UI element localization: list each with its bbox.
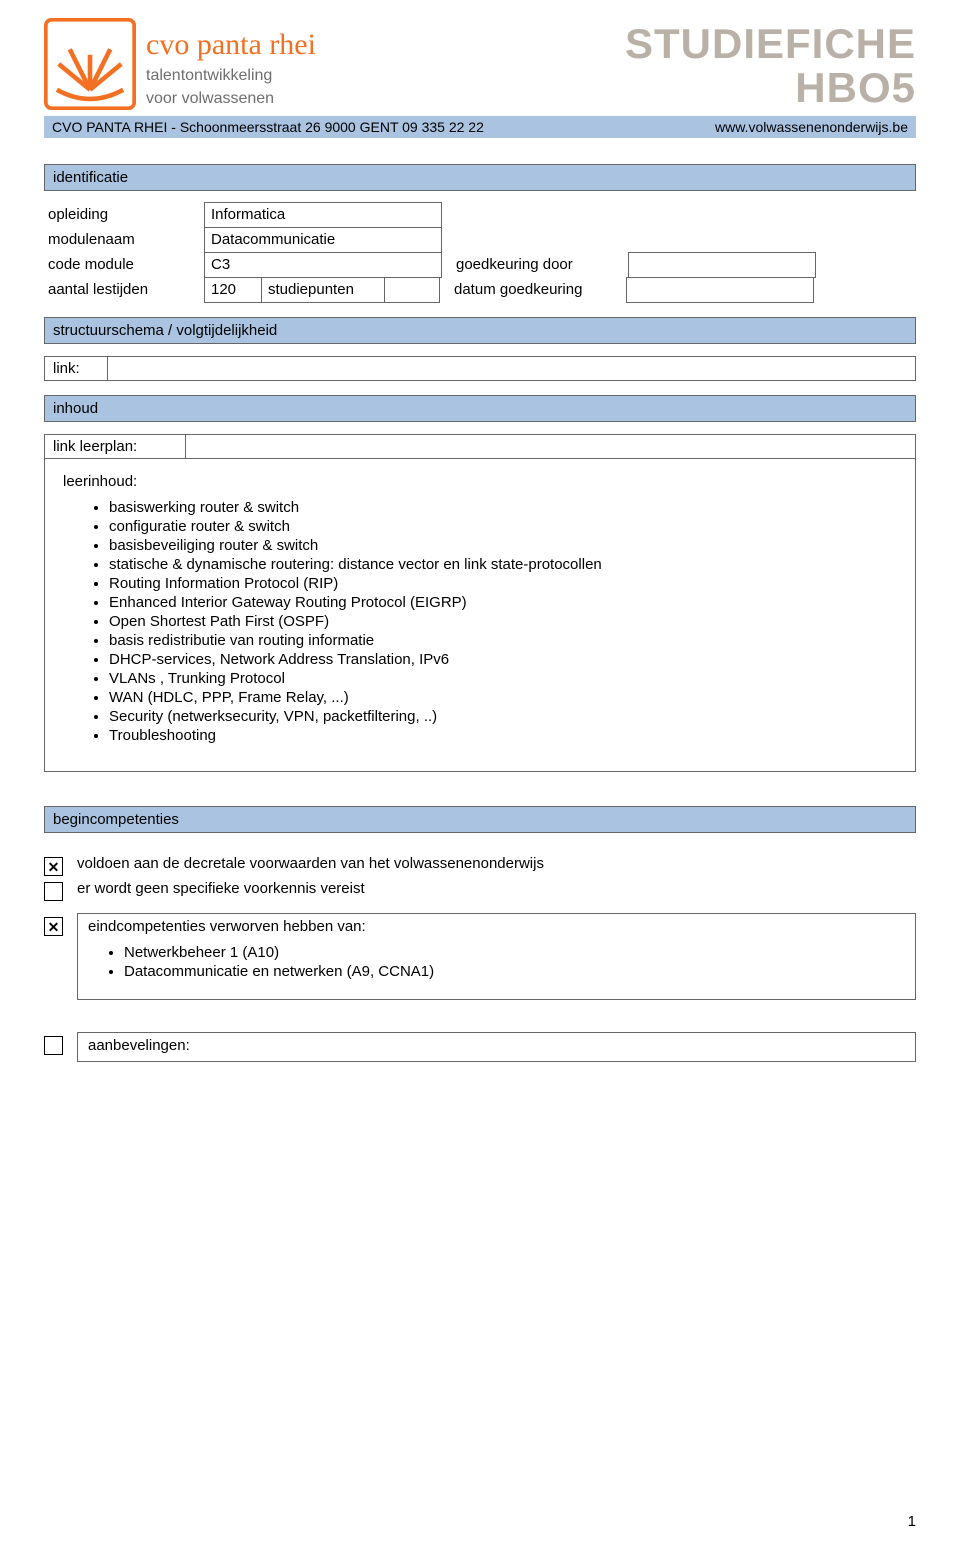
list-item: Enhanced Interior Gateway Routing Protoc… — [109, 593, 897, 612]
checkbox-checked-icon — [44, 917, 63, 936]
value-goedkeuring-door — [628, 252, 816, 278]
svg-text:cvo panta rhei: cvo panta rhei — [146, 28, 316, 61]
page-header: cvo panta rhei talentontwikkeling voor v… — [44, 18, 916, 110]
value-codemodule: C3 — [204, 252, 442, 278]
logo-block: cvo panta rhei talentontwikkeling voor v… — [44, 18, 406, 110]
address-left: CVO PANTA RHEI - Schoonmeersstraat 26 90… — [52, 119, 484, 135]
value-opleiding: Informatica — [204, 202, 442, 228]
label-modulenaam: modulenaam — [44, 228, 204, 253]
leerinhoud-list: basiswerking router & switch configurati… — [63, 498, 897, 745]
link-label: link: — [44, 356, 108, 381]
page-number: 1 — [908, 1513, 916, 1530]
label-lestijden: aantal lestijden — [44, 278, 204, 303]
label-codemodule: code module — [44, 253, 204, 278]
title-line-1: STUDIEFICHE — [625, 22, 916, 66]
section-inhoud: inhoud — [44, 395, 916, 422]
address-right: www.volwassenenonderwijs.be — [715, 119, 908, 135]
checkbox-empty-icon — [44, 1036, 63, 1055]
address-bar: CVO PANTA RHEI - Schoonmeersstraat 26 90… — [44, 116, 916, 138]
brand-name-icon: cvo panta rhei — [146, 26, 406, 62]
value-studiepunten — [384, 277, 440, 303]
tagline-line-1: talentontwikkeling — [146, 66, 406, 85]
value-datum-goedkeuring — [626, 277, 814, 303]
document-title: STUDIEFICHE HBO5 — [625, 22, 916, 110]
list-item: configuratie router & switch — [109, 517, 897, 536]
competentie-text-2: er wordt geen specifieke voorkennis vere… — [77, 880, 365, 897]
list-item: Netwerkbeheer 1 (A10) — [124, 943, 905, 962]
eindcompetenties-box: eindcompetenties verworven hebben van: N… — [77, 913, 916, 1000]
brand-text: cvo panta rhei talentontwikkeling voor v… — [146, 26, 406, 108]
eindcompetenties-list: Netwerkbeheer 1 (A10) Datacommunicatie e… — [88, 943, 905, 981]
list-item: Open Shortest Path First (OSPF) — [109, 612, 897, 631]
leerplan-label: link leerplan: — [44, 434, 186, 459]
list-item: basisbeveiliging router & switch — [109, 536, 897, 555]
competentie-text-1: voldoen aan de decretale voorwaarden van… — [77, 855, 544, 872]
checkbox-checked-icon — [44, 857, 63, 876]
title-line-2: HBO5 — [625, 66, 916, 110]
checkbox-empty-icon — [44, 882, 63, 901]
leerinhoud-label: leerinhoud: — [63, 473, 897, 490]
competentie-row-3: eindcompetenties verworven hebben van: N… — [44, 913, 916, 1000]
leerplan-value — [185, 434, 916, 459]
list-item: statische & dynamische routering: distan… — [109, 555, 897, 574]
leerplan-row: link leerplan: — [44, 434, 916, 459]
list-item: basiswerking router & switch — [109, 498, 897, 517]
aanbevelingen-label: aanbevelingen: — [88, 1037, 190, 1054]
label-datum-goedkeuring: datum goedkeuring — [440, 278, 626, 303]
section-identificatie: identificatie — [44, 164, 916, 191]
section-structuur: structuurschema / volgtijdelijkheid — [44, 317, 916, 344]
eindcompetenties-label: eindcompetenties verworven hebben van: — [88, 918, 905, 935]
label-opleiding: opleiding — [44, 203, 204, 228]
list-item: basis redistributie van routing informat… — [109, 631, 897, 650]
list-item: DHCP-services, Network Address Translati… — [109, 650, 897, 669]
link-row: link: — [44, 356, 916, 381]
list-item: Troubleshooting — [109, 726, 897, 745]
list-item: Security (netwerksecurity, VPN, packetfi… — [109, 707, 897, 726]
value-modulenaam: Datacommunicatie — [204, 227, 442, 253]
list-item: Datacommunicatie en netwerken (A9, CCNA1… — [124, 962, 905, 981]
value-lestijden: 120 — [204, 277, 262, 303]
aanbevelingen-box: aanbevelingen: — [77, 1032, 916, 1062]
brand-logo-icon — [44, 18, 136, 110]
label-studiepunten: studiepunten — [261, 277, 385, 303]
section-begincompetenties: begincompetenties — [44, 806, 916, 833]
identificatie-table: opleiding Informatica modulenaam Datacom… — [44, 203, 916, 303]
aanbevelingen-row: aanbevelingen: — [44, 1032, 916, 1062]
list-item: Routing Information Protocol (RIP) — [109, 574, 897, 593]
link-value — [107, 356, 916, 381]
list-item: WAN (HDLC, PPP, Frame Relay, ...) — [109, 688, 897, 707]
leerinhoud-box: leerinhoud: basiswerking router & switch… — [44, 458, 916, 772]
list-item: VLANs , Trunking Protocol — [109, 669, 897, 688]
competentie-row-2: er wordt geen specifieke voorkennis vere… — [44, 880, 916, 901]
competentie-row-1: voldoen aan de decretale voorwaarden van… — [44, 855, 916, 876]
tagline-line-2: voor volwassenen — [146, 89, 406, 108]
label-goedkeuring-door: goedkeuring door — [442, 253, 628, 278]
